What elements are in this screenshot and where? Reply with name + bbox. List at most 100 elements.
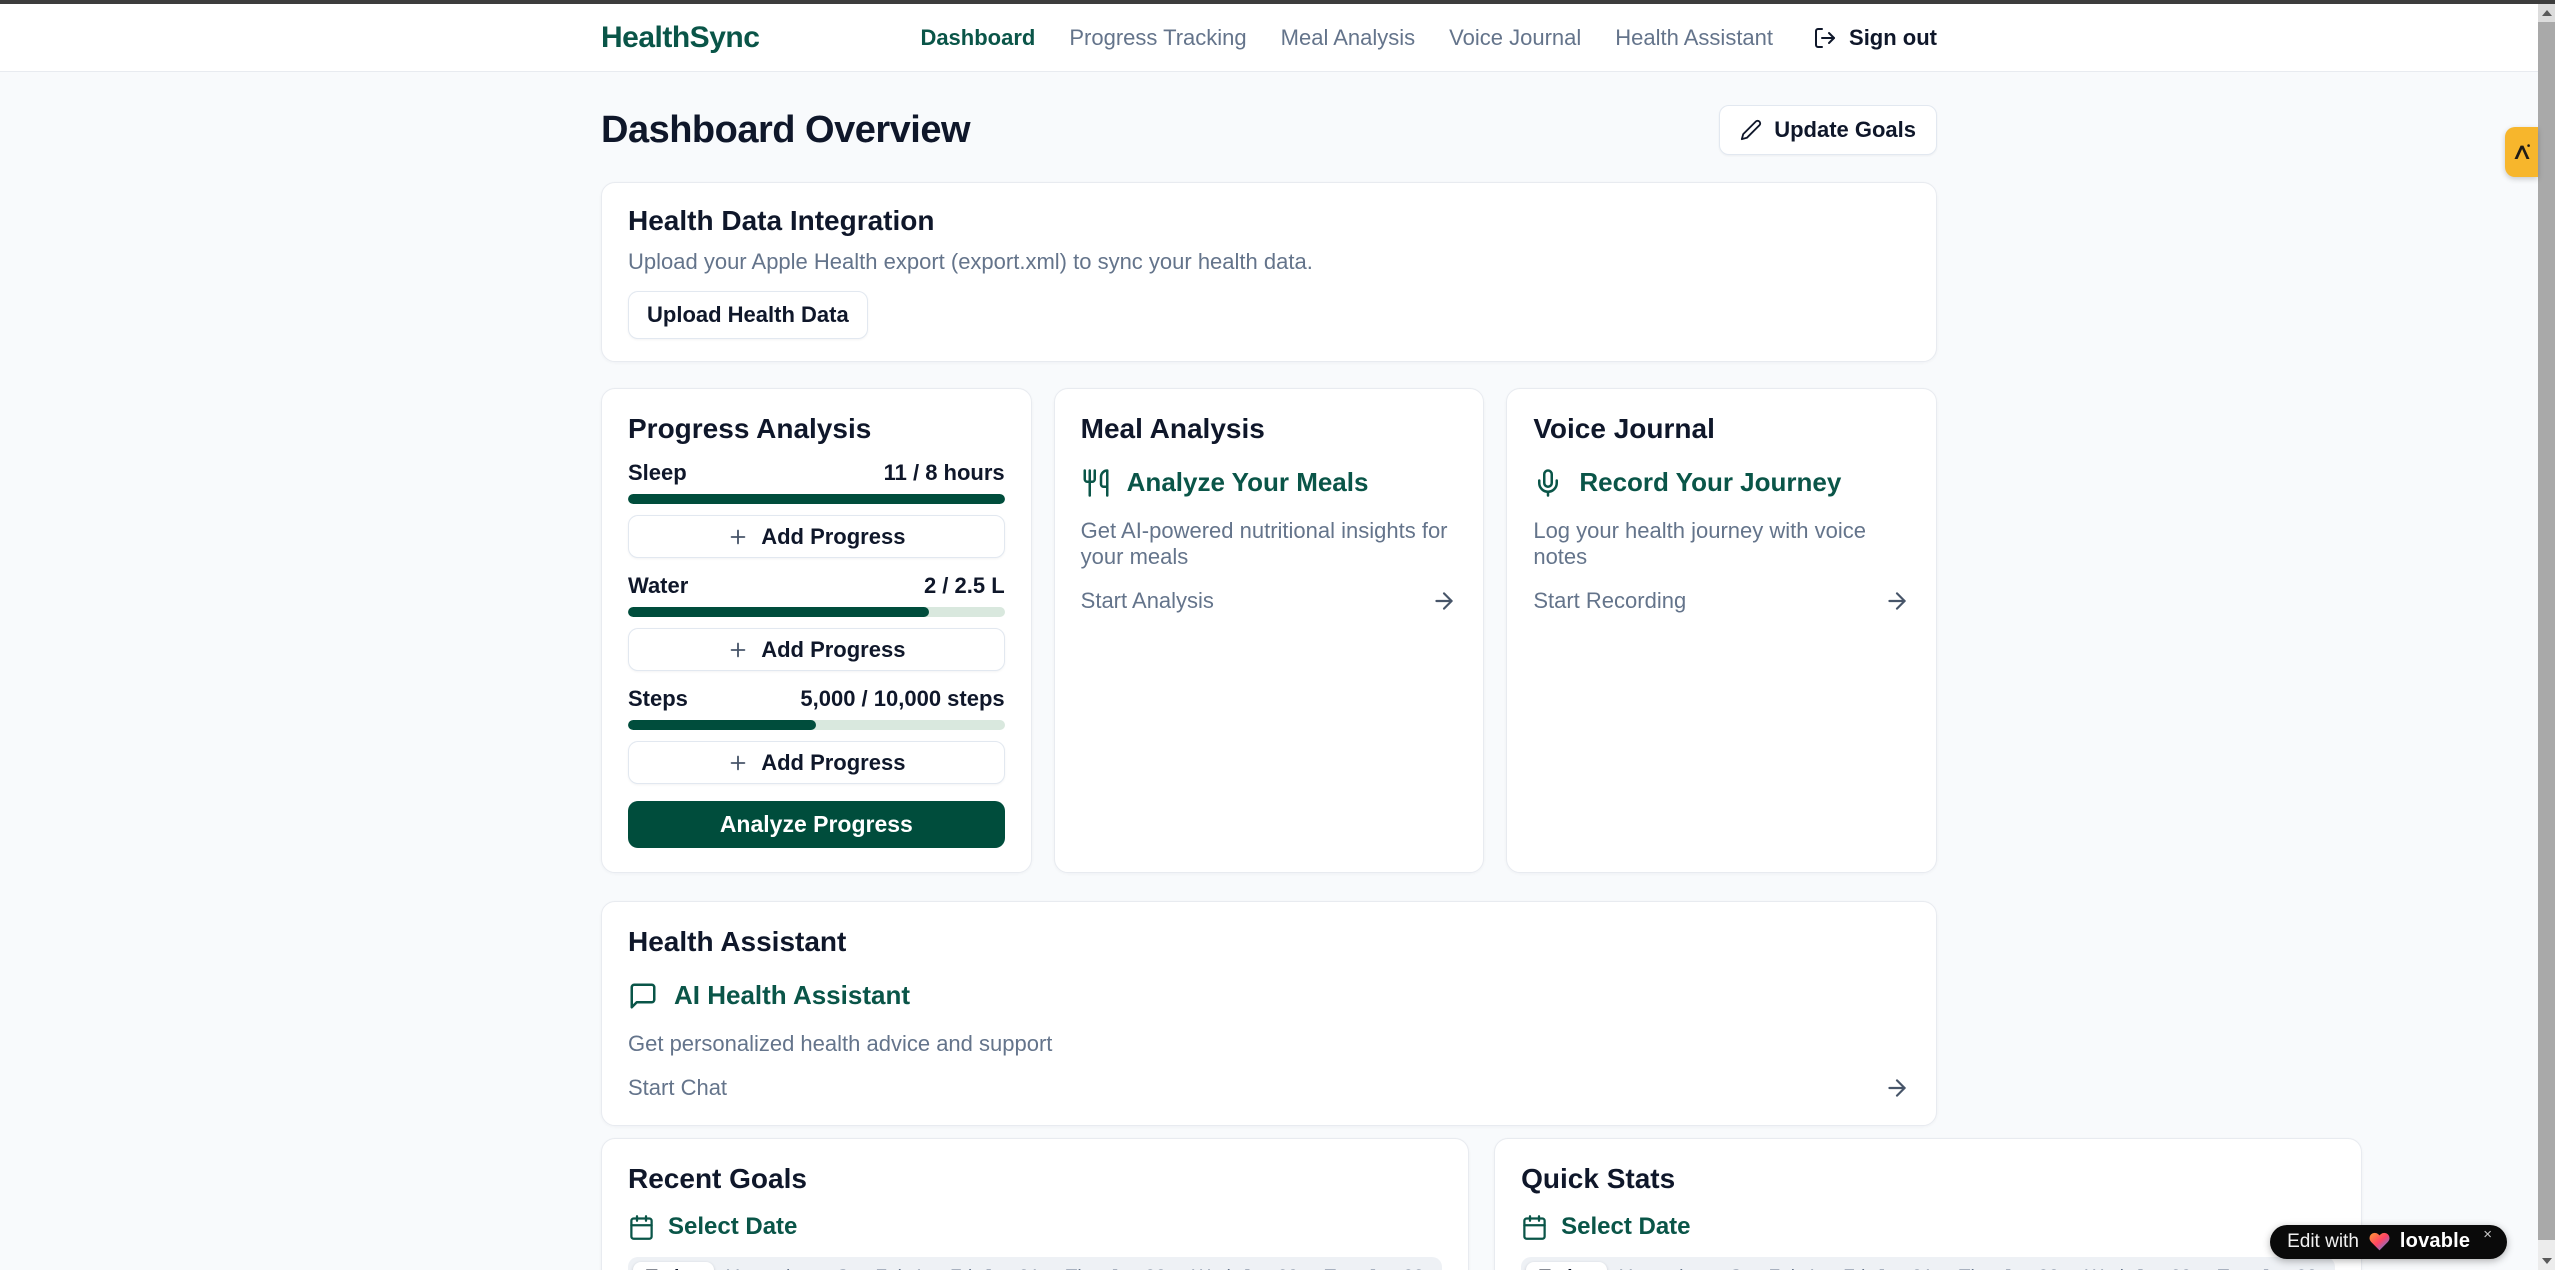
tab-fri-jan-31[interactable]: Fri, Jan 31 xyxy=(937,1262,1053,1270)
quick-stats-card: Quick Stats Select Date Today Yesterday … xyxy=(1494,1138,2362,1270)
add-progress-label: Add Progress xyxy=(761,524,905,550)
tab-thu-jan-30[interactable]: Thu, Jan 30 xyxy=(1053,1262,1179,1270)
recent-goals-title: Recent Goals xyxy=(628,1163,1442,1195)
health-data-card-title: Health Data Integration xyxy=(628,205,1910,237)
meal-analysis-title: Meal Analysis xyxy=(1081,413,1458,445)
tab-tue-jan-28[interactable]: Tue, Jan 28 xyxy=(2205,1262,2331,1270)
voice-journal-card: Voice Journal Record Your Journey Log yo… xyxy=(1506,388,1937,873)
progress-analysis-card: Progress Analysis Sleep 11 / 8 hours Add… xyxy=(601,388,1032,873)
upload-health-data-button[interactable]: Upload Health Data xyxy=(628,291,868,339)
edit-with-lovable-badge[interactable]: Edit with lovable × xyxy=(2270,1225,2507,1259)
select-date-label: Select Date xyxy=(1561,1213,1690,1241)
sleep-progress-fill xyxy=(628,494,1005,504)
add-progress-label: Add Progress xyxy=(761,637,905,663)
calendar-icon xyxy=(1521,1214,1548,1241)
update-goals-label: Update Goals xyxy=(1774,117,1916,143)
sleep-label: Sleep xyxy=(628,460,687,486)
plus-icon xyxy=(727,526,749,548)
sleep-value: 11 / 8 hours xyxy=(884,460,1005,486)
voice-journal-description: Log your health journey with voice notes xyxy=(1533,518,1910,570)
scroll-down-arrow-icon xyxy=(2542,1258,2552,1264)
start-analysis-row[interactable]: Start Analysis xyxy=(1081,588,1458,614)
quick-stats-date-tabs: Today Yesterday Sat, Feb 1 Fri, Jan 31 T… xyxy=(1521,1257,2335,1270)
nav-link-dashboard[interactable]: Dashboard xyxy=(920,25,1035,51)
sign-out-button[interactable]: Sign out xyxy=(1813,25,1937,51)
start-recording-row[interactable]: Start Recording xyxy=(1533,588,1910,614)
scroll-down-button[interactable] xyxy=(2538,1252,2555,1270)
water-metric: Water 2 / 2.5 L Add Progress xyxy=(628,573,1005,671)
steps-label: Steps xyxy=(628,686,688,712)
health-data-card-description: Upload your Apple Health export (export.… xyxy=(628,249,1910,275)
tab-thu-jan-30[interactable]: Thu, Jan 30 xyxy=(1946,1262,2072,1270)
tab-tue-jan-28[interactable]: Tue, Jan 28 xyxy=(1311,1262,1437,1270)
app-header: HealthSync Dashboard Progress Tracking M… xyxy=(0,4,2538,72)
sleep-add-progress-button[interactable]: Add Progress xyxy=(628,515,1005,558)
chat-bubble-icon xyxy=(628,981,658,1011)
water-value: 2 / 2.5 L xyxy=(924,573,1005,599)
plus-icon xyxy=(727,639,749,661)
calendar-icon xyxy=(628,1214,655,1241)
sleep-metric: Sleep 11 / 8 hours Add Progress xyxy=(628,460,1005,558)
utensils-icon xyxy=(1081,468,1111,498)
steps-metric: Steps 5,000 / 10,000 steps Add Progress xyxy=(628,686,1005,784)
steps-value: 5,000 / 10,000 steps xyxy=(800,686,1004,712)
tab-wed-jan-29[interactable]: Wed, Jan 29 xyxy=(2072,1262,2204,1270)
scroll-up-arrow-icon xyxy=(2542,10,2552,16)
app-logo[interactable]: HealthSync xyxy=(601,21,759,55)
close-icon[interactable]: × xyxy=(2483,1226,2492,1243)
pencil-icon xyxy=(1740,119,1762,141)
nav-link-meal-analysis[interactable]: Meal Analysis xyxy=(1281,25,1416,51)
tab-yesterday[interactable]: Yesterday xyxy=(1607,1262,1717,1270)
meal-analysis-card: Meal Analysis Analyze Your Meals Get AI-… xyxy=(1054,388,1485,873)
recent-goals-select-date[interactable]: Select Date xyxy=(628,1213,1442,1241)
start-chat-row[interactable]: Start Chat xyxy=(628,1075,1910,1101)
meal-analysis-description: Get AI-powered nutritional insights for … xyxy=(1081,518,1458,570)
tab-sat-feb-1[interactable]: Sat, Feb 1 xyxy=(1716,1262,1830,1270)
health-assistant-description: Get personalized health advice and suppo… xyxy=(628,1031,1910,1057)
progress-analysis-title: Progress Analysis xyxy=(628,413,1005,445)
heart-icon xyxy=(2368,1230,2391,1253)
plus-icon xyxy=(727,752,749,774)
page-scrollbar[interactable] xyxy=(2538,4,2555,1270)
tab-fri-jan-31[interactable]: Fri, Jan 31 xyxy=(1830,1262,1946,1270)
tab-today[interactable]: Today xyxy=(1526,1262,1607,1270)
page-title: Dashboard Overview xyxy=(601,109,970,152)
voice-journal-title: Voice Journal xyxy=(1533,413,1910,445)
record-your-journey-link[interactable]: Record Your Journey xyxy=(1579,467,1841,498)
water-add-progress-button[interactable]: Add Progress xyxy=(628,628,1005,671)
ai-health-assistant-link[interactable]: AI Health Assistant xyxy=(674,980,910,1011)
nav-link-progress-tracking[interactable]: Progress Tracking xyxy=(1069,25,1246,51)
sign-out-label: Sign out xyxy=(1849,25,1937,51)
steps-progress-fill xyxy=(628,720,816,730)
quick-stats-title: Quick Stats xyxy=(1521,1163,2335,1195)
tab-wed-jan-29[interactable]: Wed, Jan 29 xyxy=(1179,1262,1311,1270)
scroll-up-button[interactable] xyxy=(2538,4,2555,22)
water-progress-fill xyxy=(628,607,929,617)
add-progress-label: Add Progress xyxy=(761,750,905,776)
nav-link-health-assistant[interactable]: Health Assistant xyxy=(1615,25,1773,51)
dev-tool-floating-button[interactable] xyxy=(2505,127,2538,177)
nav-link-voice-journal[interactable]: Voice Journal xyxy=(1449,25,1581,51)
analyze-progress-button[interactable]: Analyze Progress xyxy=(628,801,1005,848)
start-recording-label: Start Recording xyxy=(1533,588,1686,614)
update-goals-button[interactable]: Update Goals xyxy=(1719,105,1937,155)
browser-top-strip xyxy=(0,0,2555,4)
water-label: Water xyxy=(628,573,688,599)
lovable-brand-label: lovable xyxy=(2400,1230,2470,1253)
start-chat-label: Start Chat xyxy=(628,1075,727,1101)
tab-sat-feb-1[interactable]: Sat, Feb 1 xyxy=(823,1262,937,1270)
lovable-logo-icon xyxy=(2510,140,2534,164)
scrollbar-thumb[interactable] xyxy=(2538,22,2555,1240)
quick-stats-select-date[interactable]: Select Date xyxy=(1521,1213,2335,1241)
main-nav: Dashboard Progress Tracking Meal Analysi… xyxy=(920,25,1937,51)
arrow-right-icon xyxy=(1884,1075,1910,1101)
recent-goals-card: Recent Goals Select Date Today Yesterday… xyxy=(601,1138,1469,1270)
tab-today[interactable]: Today xyxy=(633,1262,714,1270)
analyze-your-meals-link[interactable]: Analyze Your Meals xyxy=(1127,467,1369,498)
health-data-integration-card: Health Data Integration Upload your Appl… xyxy=(601,182,1937,362)
microphone-icon xyxy=(1533,468,1563,498)
tab-yesterday[interactable]: Yesterday xyxy=(714,1262,824,1270)
water-progress-bar xyxy=(628,607,1005,617)
steps-add-progress-button[interactable]: Add Progress xyxy=(628,741,1005,784)
edit-with-label: Edit with xyxy=(2287,1231,2359,1253)
